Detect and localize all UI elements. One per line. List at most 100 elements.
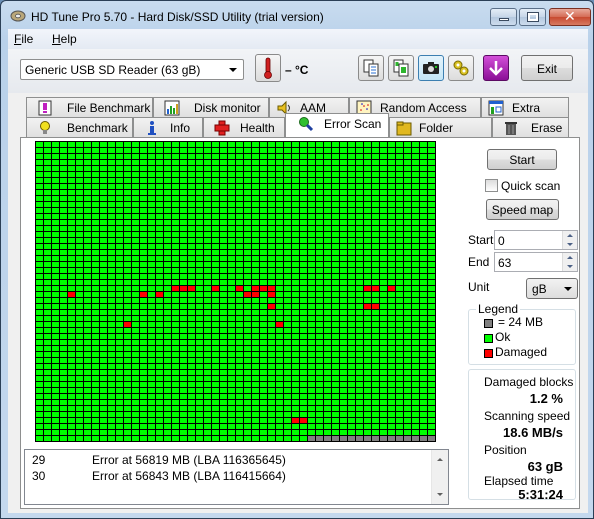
block-ok [164,400,171,405]
block-ok [196,178,203,183]
block-ok [116,424,123,429]
block-ok [428,310,435,315]
tab-info[interactable]: Info [133,117,203,137]
end-spinbox[interactable]: 63 [494,252,578,272]
start-spinbox[interactable]: 0 [494,230,578,250]
block-ok [188,322,195,327]
block-ok [52,406,59,411]
log-scrollbar[interactable] [431,450,448,504]
block-ok [52,424,59,429]
drive-select[interactable]: Generic USB SD Reader (63 gB) [20,59,244,80]
block-ok [52,172,59,177]
copy-screenshot-button[interactable] [388,55,414,81]
block-ok [140,274,147,279]
block-ok [324,400,331,405]
block-ok [404,322,411,327]
error-log-list[interactable]: 29 Error at 56819 MB (LBA 116365645) 30 … [24,449,449,505]
screenshot-button[interactable] [418,55,444,81]
block-ok [268,220,275,225]
block-ok [332,322,339,327]
block-ok [300,202,307,207]
block-ok [116,286,123,291]
block-ok [132,382,139,387]
close-button[interactable]: ✕ [549,8,591,26]
block-ok [92,220,99,225]
block-ok [428,370,435,375]
block-ok [164,280,171,285]
tab-extra-tests[interactable]: Extra tests [481,97,569,129]
block-ok [404,268,411,273]
block-ok [396,220,403,225]
tab-folder-usage[interactable]: Folder Usage [389,117,492,149]
block-ok [252,238,259,243]
block-ok [204,184,211,189]
block-ok [284,370,291,375]
end-spinner-buttons[interactable] [562,253,577,271]
block-ok [204,142,211,147]
block-ok [252,328,259,333]
tab-disk-monitor[interactable]: Disk monitor [153,97,269,117]
block-ok [364,160,371,165]
block-ok [356,178,363,183]
options-button[interactable] [448,55,474,81]
block-ok [220,406,227,411]
block-ok [76,406,83,411]
block-ok [372,346,379,351]
block-ok [236,430,243,435]
block-ok [364,346,371,351]
title-bar[interactable]: HD Tune Pro 5.70 - Hard Disk/SSD Utility… [1,1,593,31]
block-ok [412,208,419,213]
block-ok [84,352,91,357]
temperature-button[interactable] [255,54,281,82]
menu-file[interactable]: File [14,32,33,46]
tab-erase[interactable]: Erase [492,117,569,137]
quick-scan-checkbox[interactable] [485,179,498,192]
position-value: 63 gB [527,459,563,474]
tab-error-scan[interactable]: Error Scan [285,113,389,137]
block-ok [204,280,211,285]
scroll-down-icon[interactable] [437,493,443,496]
block-ok [332,352,339,357]
maximize-button[interactable] [519,8,546,26]
arrow-down-icon [489,61,503,76]
block-ok [276,178,283,183]
scroll-up-icon[interactable] [437,458,443,461]
block-ok [156,322,163,327]
block-unscanned [308,436,315,441]
block-ok [188,436,195,441]
block-damaged [212,286,219,291]
block-ok [180,292,187,297]
exit-button[interactable]: Exit [521,55,573,81]
menu-help[interactable]: Help [52,32,77,46]
copy-text-button[interactable] [358,55,384,81]
block-ok [100,148,107,153]
block-ok [364,322,371,327]
block-ok [428,286,435,291]
unit-select[interactable]: gB [526,278,578,299]
block-ok [388,172,395,177]
tab-file-benchmark[interactable]: File Benchmark [26,97,153,117]
minimize-button[interactable] [490,8,517,26]
tab-benchmark[interactable]: Benchmark [26,117,133,137]
block-ok [372,190,379,195]
start-button[interactable]: Start [487,149,557,170]
start-spinner-buttons[interactable] [562,231,577,249]
block-ok [164,382,171,387]
save-button[interactable] [483,55,509,81]
block-ok [412,214,419,219]
block-ok [268,400,275,405]
block-ok [380,148,387,153]
block-ok [196,352,203,357]
block-ok [164,364,171,369]
block-ok [156,370,163,375]
block-ok [220,178,227,183]
block-ok [44,274,51,279]
block-ok [116,208,123,213]
speed-map-button[interactable]: Speed map [486,199,559,220]
block-ok [196,172,203,177]
block-ok [132,394,139,399]
tab-health[interactable]: Health [203,117,285,137]
block-ok [116,340,123,345]
block-ok [36,262,43,267]
block-ok [204,220,211,225]
